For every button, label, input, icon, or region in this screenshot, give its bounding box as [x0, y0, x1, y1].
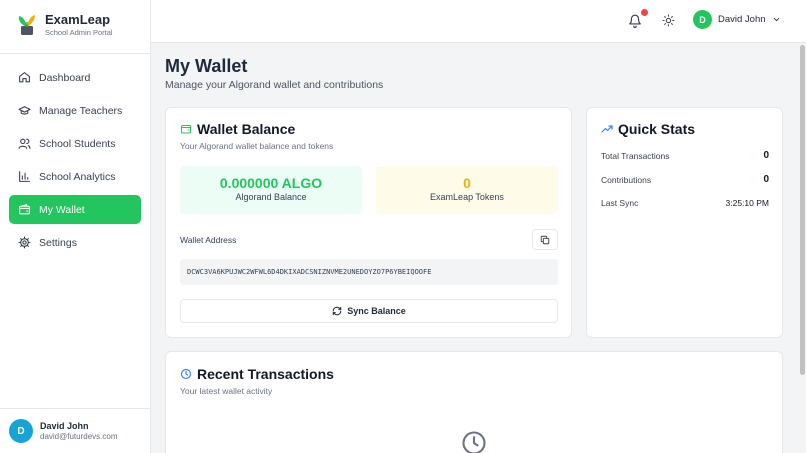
sidebar-item-my-wallet[interactable]: My Wallet — [9, 195, 141, 224]
sync-balance-button[interactable]: Sync Balance — [180, 299, 558, 323]
sidebar-item-manage-teachers[interactable]: Manage Teachers — [9, 96, 141, 125]
transactions-card-title: Recent Transactions — [180, 366, 334, 382]
top-header: D David John — [151, 0, 806, 43]
bar-chart-icon — [19, 171, 30, 182]
wallet-address-label: Wallet Address — [180, 235, 237, 245]
bell-icon[interactable] — [628, 14, 642, 28]
stat-label: Contributions — [601, 174, 652, 185]
sidebar-item-label: Dashboard — [39, 71, 91, 84]
recent-transactions-card: Recent Transactions Your latest wallet a… — [165, 351, 783, 453]
sidebar-item-label: My Wallet — [39, 203, 85, 216]
sidebar-item-label: School Analytics — [39, 170, 116, 183]
transactions-card-subtitle: Your latest wallet activity — [180, 386, 273, 396]
chevron-down-icon — [773, 17, 779, 22]
stat-label: Total Transactions — [601, 150, 670, 161]
sidebar-item-label: Manage Teachers — [39, 104, 123, 117]
sidebar-item-label: School Students — [39, 137, 116, 150]
wallet-balance-card: Wallet Balance Your Algorand wallet bala… — [165, 107, 572, 338]
home-icon — [19, 72, 30, 83]
copy-icon — [540, 235, 550, 244]
sidebar-item-dashboard[interactable]: Dashboard — [9, 63, 141, 92]
notification-dot — [641, 9, 648, 16]
algo-balance-label: Algorand Balance — [235, 192, 307, 202]
refresh-icon — [332, 306, 342, 316]
wallet-icon — [180, 124, 192, 134]
algo-balance-box: 0.000000 ALGO Algorand Balance — [180, 166, 362, 214]
sidebar-item-school-analytics[interactable]: School Analytics — [9, 162, 141, 191]
avatar: D — [9, 419, 33, 443]
stat-label: Last Sync — [601, 198, 639, 208]
token-balance-value: 0 — [463, 175, 471, 191]
user-menu-button[interactable]: D David John — [693, 10, 781, 29]
sun-icon[interactable] — [662, 14, 675, 27]
sidebar-item-settings[interactable]: Settings — [9, 228, 141, 257]
sidebar-user-profile[interactable]: D David John david@futurdevs.com — [0, 408, 151, 453]
sync-balance-label: Sync Balance — [347, 306, 406, 316]
algo-balance-value: 0.000000 ALGO — [219, 175, 323, 191]
token-balance-label: ExamLeap Tokens — [430, 192, 504, 202]
sidebar: ExamLeap School Admin Portal Dashboard M… — [0, 0, 151, 453]
brand-subtitle: School Admin Portal — [45, 28, 113, 37]
stat-value: 0 — [763, 174, 769, 185]
page-subtitle: Manage your Algorand wallet and contribu… — [165, 79, 384, 91]
sidebar-user-name: David John — [40, 420, 89, 431]
stat-row-total-transactions: Total Transactions 0 — [601, 150, 769, 161]
stats-title-text: Quick Stats — [618, 121, 696, 137]
gear-icon — [18, 236, 31, 249]
graduation-cap-icon — [18, 106, 31, 115]
page-title: My Wallet — [165, 56, 248, 76]
sidebar-item-school-students[interactable]: School Students — [9, 129, 141, 158]
avatar: D — [693, 10, 712, 29]
divider — [0, 53, 151, 54]
sidebar-user-email: david@futurdevs.com — [40, 431, 118, 441]
brand[interactable]: ExamLeap School Admin Portal — [14, 12, 113, 38]
leaf-logo-icon — [18, 15, 35, 35]
transactions-title-text: Recent Transactions — [197, 366, 334, 382]
brand-title: ExamLeap — [45, 12, 111, 27]
quick-stats-card: Quick Stats Total Transactions 0 Contrib… — [586, 107, 783, 338]
copy-address-button[interactable] — [532, 229, 558, 250]
wallet-card-subtitle: Your Algorand wallet balance and tokens — [180, 141, 334, 151]
sidebar-item-label: Settings — [39, 236, 77, 249]
wallet-icon — [19, 204, 30, 215]
clock-icon — [180, 368, 192, 380]
wallet-address-value[interactable]: DCWC3VA6KPUJWC2WFWL6D4DKIXADCSNIZNVME2UN… — [180, 259, 558, 285]
users-icon — [18, 138, 31, 149]
token-balance-box: 0 ExamLeap Tokens — [376, 166, 558, 214]
scrollbar-thumb[interactable] — [800, 45, 805, 375]
stat-row-contributions: Contributions 0 — [601, 174, 769, 185]
stat-row-last-sync: Last Sync 3:25:10 PM — [601, 198, 769, 208]
trending-up-icon — [601, 125, 613, 133]
wallet-title-text: Wallet Balance — [197, 121, 296, 137]
sidebar-nav: Dashboard Manage Teachers School Student… — [9, 63, 141, 261]
stat-value: 0 — [763, 150, 769, 161]
wallet-card-title: Wallet Balance — [180, 121, 295, 137]
header-user-name: David John — [718, 14, 766, 25]
stats-card-title: Quick Stats — [601, 121, 695, 137]
stat-value: 3:25:10 PM — [725, 198, 769, 208]
empty-state-clock-icon — [462, 431, 486, 453]
